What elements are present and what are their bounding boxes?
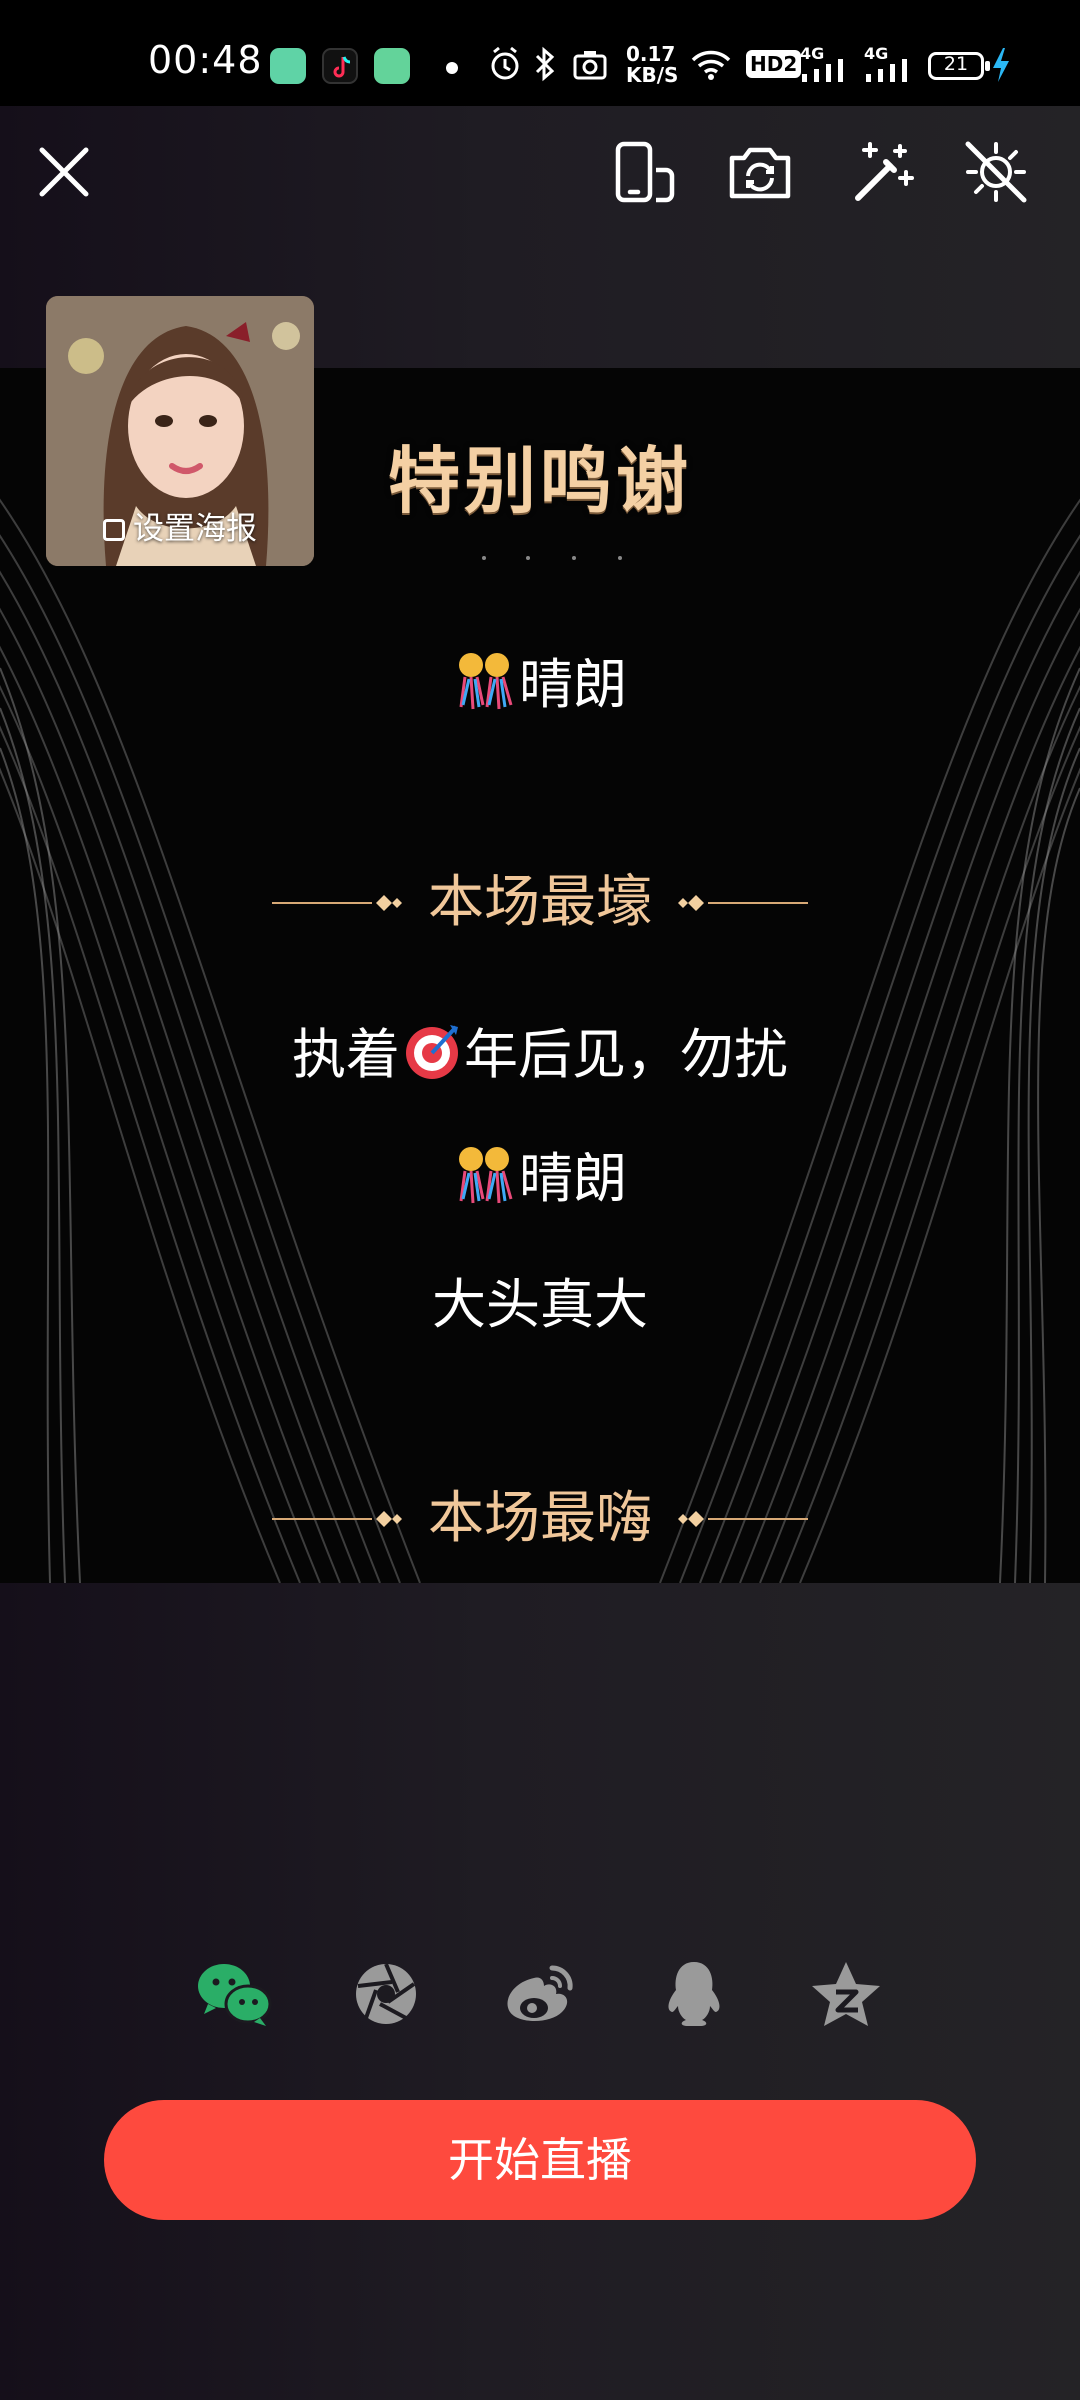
- battery-icon: 21: [928, 52, 990, 80]
- speed-unit: KB/S: [626, 63, 679, 87]
- section-1-title: 本场最壕: [428, 870, 652, 935]
- camera-icon: [573, 51, 607, 80]
- ranking-item-2-text: 晴朗: [519, 1147, 627, 1210]
- ranking-item-1: 执着 年后见，勿扰: [0, 1010, 1080, 1089]
- start-live-button[interactable]: 开始直播: [104, 2100, 976, 2220]
- party-popper-icon: [459, 653, 513, 710]
- notification-dot: [446, 62, 458, 74]
- section-most-active: 本场最嗨: [0, 1484, 1080, 1554]
- ranking-item-3-text: 大头真大: [432, 1273, 648, 1336]
- thanks-name-text: 晴朗: [519, 653, 627, 716]
- status-time: 00:48: [148, 38, 263, 82]
- network-speed: 0.17 KB/S: [626, 42, 679, 87]
- wifi-icon: [691, 50, 731, 80]
- qq-icon[interactable]: [654, 1954, 734, 2034]
- set-poster-label[interactable]: 设置海报: [46, 503, 314, 548]
- poster-square-icon: [103, 519, 125, 541]
- ranking-item-1-text-a: 执着: [292, 1023, 400, 1086]
- cover-thumbnail[interactable]: 设置海报: [46, 296, 314, 566]
- signal-icon: 4G: [800, 44, 850, 84]
- hd-badge: HD2: [746, 50, 802, 78]
- screen-orientation-icon[interactable]: [608, 136, 680, 208]
- hd-label: HD2: [750, 52, 798, 76]
- wechat-icon[interactable]: [194, 1954, 274, 2034]
- signal-icon: 4G: [864, 44, 914, 84]
- status-bar: 00:48 0.17 KB/S HD2 4G 4G 21: [0, 0, 1080, 106]
- speed-value: 0.17: [626, 42, 676, 66]
- ranking-item-3: 大头真大: [0, 1260, 1080, 1339]
- tiktok-icon: [322, 48, 358, 84]
- effects-off-icon[interactable]: [960, 136, 1032, 208]
- party-popper-icon: [459, 1147, 513, 1204]
- bluetooth-icon: [535, 46, 555, 82]
- ranking-item-1-text-b: 年后见，勿扰: [464, 1023, 788, 1086]
- set-poster-text: 设置海报: [133, 511, 257, 547]
- section-2-title: 本场最嗨: [428, 1486, 652, 1551]
- charging-icon: [993, 48, 1009, 82]
- flip-camera-icon[interactable]: [724, 136, 796, 208]
- section-top-spender: 本场最壕: [0, 868, 1080, 938]
- beauty-magic-icon[interactable]: [846, 136, 918, 208]
- ranking-item-2: 晴朗: [0, 1134, 1080, 1213]
- ornament-right: [678, 895, 808, 911]
- title-dots: [482, 556, 622, 562]
- weibo-icon[interactable]: [500, 1954, 580, 2034]
- app-icon-green: [270, 48, 306, 84]
- app-icon-green-2: [374, 48, 410, 84]
- thanks-name: 晴朗: [0, 640, 1080, 719]
- battery-level: 21: [943, 53, 969, 75]
- ornament-right: [678, 1511, 808, 1527]
- alarm-icon: [491, 46, 519, 80]
- target-icon: [406, 1025, 458, 1079]
- moments-icon[interactable]: [346, 1954, 426, 2034]
- qzone-icon[interactable]: [806, 1954, 886, 2034]
- close-icon[interactable]: [28, 136, 100, 208]
